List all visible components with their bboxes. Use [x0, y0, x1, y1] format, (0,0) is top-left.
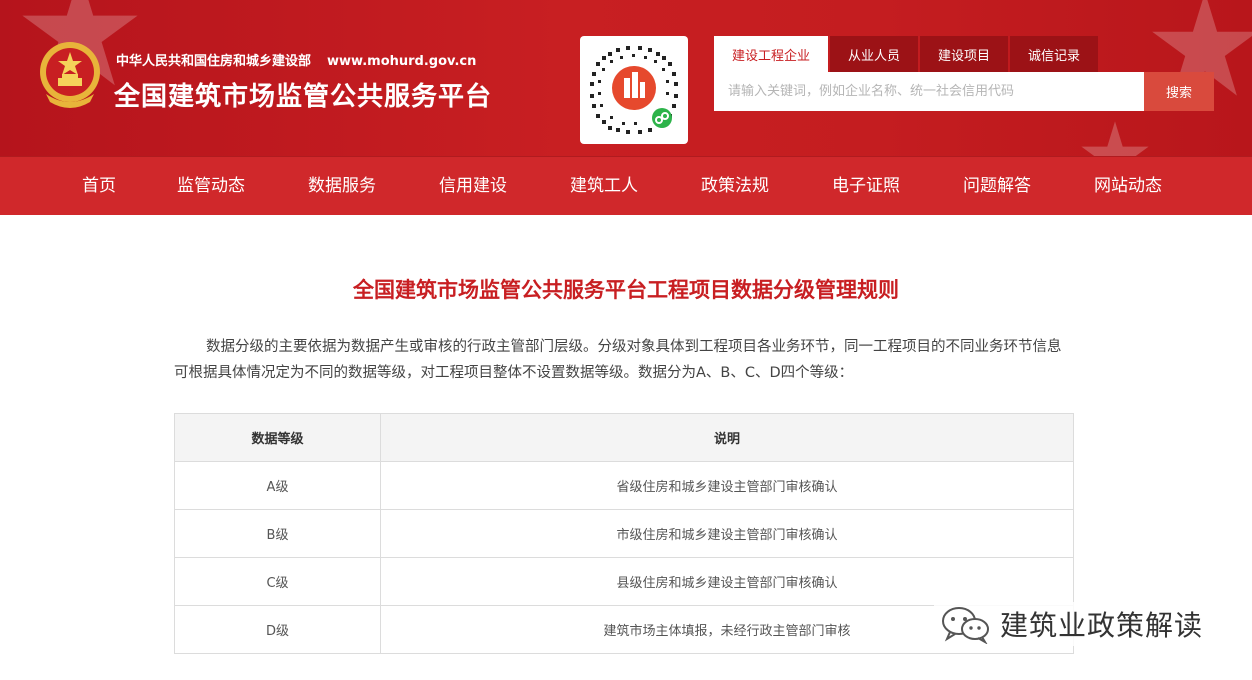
table-cell-grade: D级	[174, 605, 381, 654]
table-header-description: 说明	[380, 413, 1074, 462]
intro-paragraph: 数据分级的主要依据为数据产生或审核的行政主管部门层级。分级对象具体到工程项目各业…	[174, 339, 1062, 381]
decorative-star-icon	[1081, 121, 1149, 156]
national-emblem-logo	[40, 42, 100, 108]
nav-item-data-services[interactable]: 数据服务	[308, 157, 376, 215]
table-cell-grade: C级	[174, 557, 381, 606]
search-input[interactable]	[714, 72, 1144, 111]
table-cell-description: 省级住房和城乡建设主管部门审核确认	[380, 461, 1074, 510]
main-nav: 首页 监管动态 数据服务 信用建设 建筑工人 政策法规 电子证照 问题解答 网站…	[0, 156, 1252, 215]
search-category-tabs: 建设工程企业 从业人员 建设项目 诚信记录	[714, 36, 1100, 72]
nav-item-site-news[interactable]: 网站动态	[1094, 157, 1162, 215]
search-tab-credit[interactable]: 诚信记录	[1010, 36, 1099, 72]
nav-item-home[interactable]: 首页	[82, 157, 116, 215]
nav-item-credit-building[interactable]: 信用建设	[439, 157, 507, 215]
table-row: C级 县级住房和城乡建设主管部门审核确认	[174, 557, 1074, 606]
wechat-account-watermark: 建筑业政策解读	[934, 602, 1210, 646]
ministry-name: 中华人民共和国住房和城乡建设部 www.mohurd.gov.cn	[116, 50, 476, 69]
nav-item-e-certificates[interactable]: 电子证照	[832, 157, 900, 215]
table-cell-description: 市级住房和城乡建设主管部门审核确认	[380, 509, 1074, 558]
nav-item-supervision-news[interactable]: 监管动态	[177, 157, 245, 215]
nav-item-construction-workers[interactable]: 建筑工人	[570, 157, 638, 215]
mini-program-qr-icon	[590, 46, 678, 134]
table-cell-grade: B级	[174, 509, 381, 558]
mini-program-qr-code	[580, 36, 688, 144]
table-row: B级 市级住房和城乡建设主管部门审核确认	[174, 509, 1074, 558]
watermark-text: 建筑业政策解读	[1000, 609, 1204, 642]
site-header: 中华人民共和国住房和城乡建设部 www.mohurd.gov.cn 全国建筑市场监…	[0, 0, 1252, 156]
search-tab-project[interactable]: 建设项目	[920, 36, 1009, 72]
wechat-icon	[942, 607, 989, 644]
search-tab-enterprise[interactable]: 建设工程企业	[714, 36, 829, 72]
table-row: A级 省级住房和城乡建设主管部门审核确认	[174, 461, 1074, 510]
platform-name: 全国建筑市场监管公共服务平台	[114, 82, 493, 112]
table-cell-grade: A级	[174, 461, 381, 510]
nav-item-faq[interactable]: 问题解答	[963, 157, 1031, 215]
search-tab-personnel[interactable]: 从业人员	[830, 36, 919, 72]
search-button[interactable]: 搜索	[1144, 72, 1214, 111]
table-header-grade: 数据等级	[174, 413, 381, 462]
page-title: 全国建筑市场监管公共服务平台工程项目数据分级管理规则	[353, 278, 899, 302]
ministry-name-text: 中华人民共和国住房和城乡建设部	[116, 54, 312, 69]
ministry-url-link[interactable]: www.mohurd.gov.cn	[327, 54, 476, 69]
nav-item-policies[interactable]: 政策法规	[701, 157, 769, 215]
table-cell-description: 县级住房和城乡建设主管部门审核确认	[380, 557, 1074, 606]
table-header-row: 数据等级 说明	[174, 413, 1074, 462]
